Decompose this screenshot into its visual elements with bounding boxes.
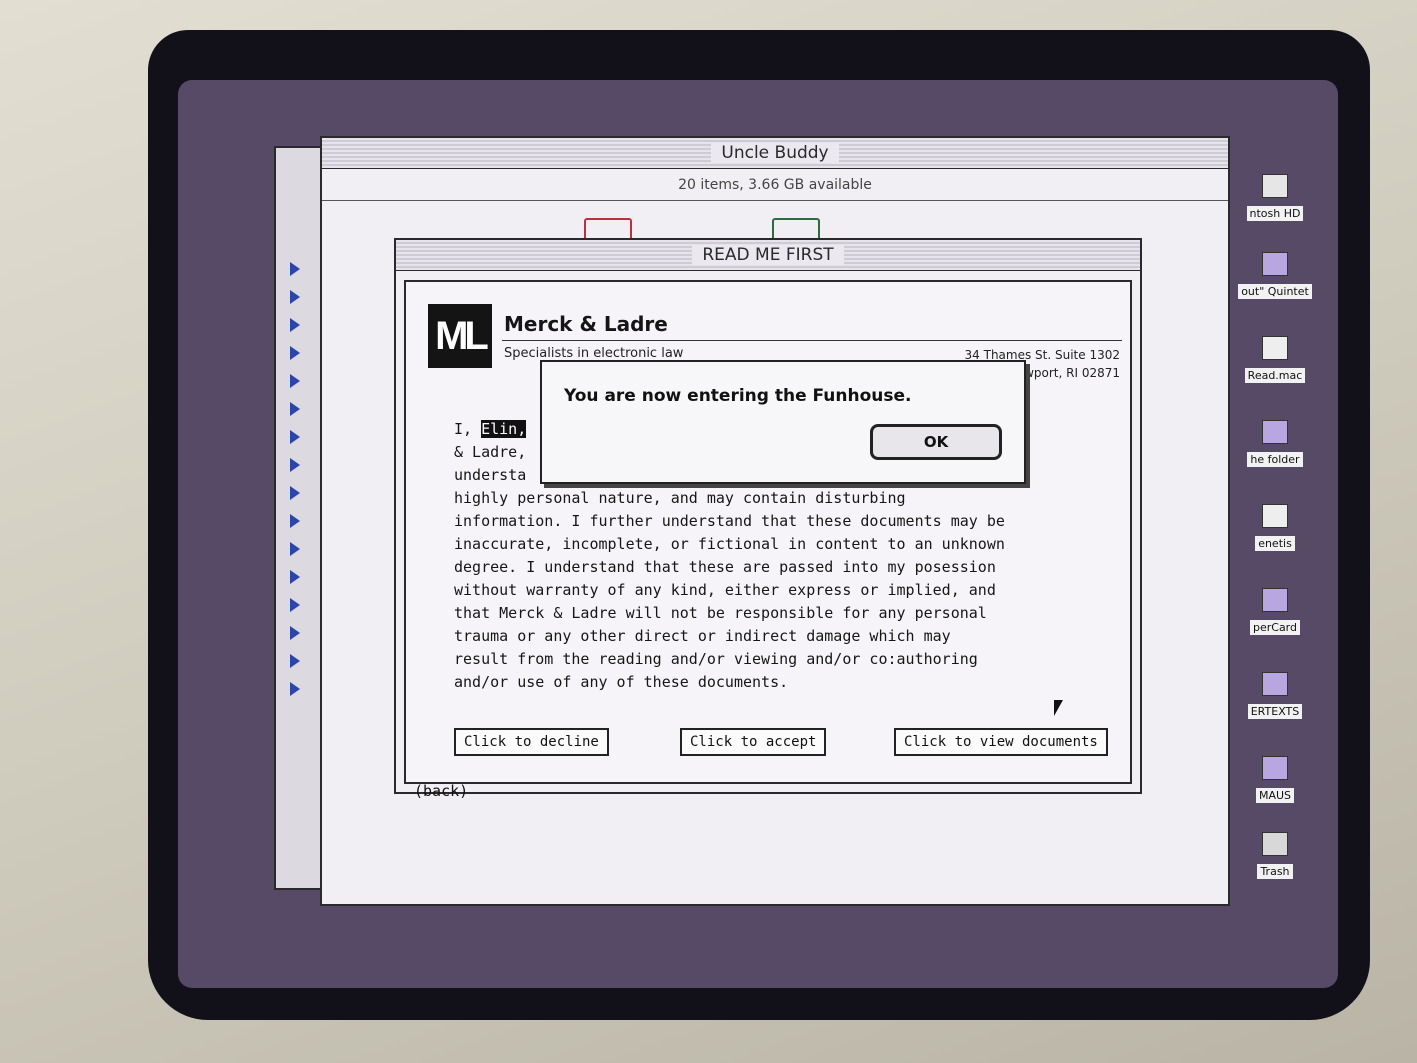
disclaimer-line: highly personal nature, and may contain …	[454, 489, 906, 507]
desktop-icon-installer[interactable]: Read.mac	[1230, 336, 1320, 383]
disclosure-triangle-icon[interactable]	[290, 654, 300, 668]
folder-icon	[1262, 588, 1288, 612]
disclaimer-line: without warranty of any kind, either exp…	[454, 581, 996, 599]
desktop-icon-folder[interactable]: perCard	[1230, 588, 1320, 635]
hard-drive-icon	[1262, 174, 1288, 198]
disclosure-triangle-icon[interactable]	[290, 262, 300, 276]
desktop-icon-folder[interactable]: he folder	[1230, 420, 1320, 467]
disclosure-triangle-icon[interactable]	[290, 458, 300, 472]
readme-card: ML Merck & Ladre Specialists in electron…	[404, 280, 1132, 800]
desktop: Uncle Buddy 20 items, 3.66 GB available …	[178, 80, 1338, 988]
alert-message: You are now entering the Funhouse.	[564, 386, 912, 406]
trash-icon	[1262, 832, 1288, 856]
desktop-icon-label: perCard	[1249, 620, 1300, 635]
readme-window[interactable]: READ ME FIRST ML Merck & Ladre Specialis…	[394, 238, 1142, 800]
disclosure-triangle-icon[interactable]	[290, 542, 300, 556]
desktop-icon-folder[interactable]: MAUS	[1230, 756, 1320, 803]
disclaimer-line: that Merck & Ladre will not be responsib…	[454, 604, 987, 622]
disclosure-triangle-icon[interactable]	[290, 570, 300, 584]
mouse-cursor-icon	[1054, 700, 1063, 716]
disclosure-triangle-icon[interactable]	[290, 486, 300, 500]
decline-button[interactable]: Click to decline	[454, 728, 609, 756]
app-icon	[1262, 504, 1288, 528]
firm-name: Merck & Ladre	[504, 312, 668, 336]
disclosure-triangle-icon[interactable]	[290, 682, 300, 696]
alert-dialog: You are now entering the Funhouse. OK	[540, 360, 1026, 484]
folder-icon	[1262, 756, 1288, 780]
disclaimer-line: understa	[454, 466, 527, 484]
list-disclosure-column	[290, 248, 300, 710]
disclosure-triangle-icon[interactable]	[290, 318, 300, 332]
view-documents-button[interactable]: Click to view documents	[894, 728, 1108, 756]
folder-icon	[1262, 420, 1288, 444]
folder-window-titlebar[interactable]: Uncle Buddy	[322, 138, 1228, 169]
desktop-icon-label: ntosh HD	[1246, 206, 1304, 221]
desktop-icon-hard-drive[interactable]: ntosh HD	[1230, 174, 1320, 221]
disclaimer-line: inaccurate, incomplete, or fictional in …	[454, 535, 1005, 553]
back-link[interactable]: (back)	[414, 782, 468, 800]
disclosure-triangle-icon[interactable]	[290, 290, 300, 304]
divider	[502, 340, 1122, 341]
desktop-icon-label: enetis	[1255, 536, 1295, 551]
disclaimer-line: degree. I understand that these are pass…	[454, 558, 996, 576]
desktop-icon-label: out" Quintet	[1238, 284, 1312, 299]
installer-icon	[1262, 336, 1288, 360]
desktop-icon-label: Read.mac	[1244, 368, 1306, 383]
folder-info-bar: 20 items, 3.66 GB available	[322, 170, 1228, 201]
disclaimer-prefix: I,	[454, 420, 482, 438]
desktop-icon-label: ERTEXTS	[1247, 704, 1303, 719]
disclosure-triangle-icon[interactable]	[290, 374, 300, 388]
desktop-icon-label: he folder	[1247, 452, 1303, 467]
folder-icon	[1262, 252, 1288, 276]
disclosure-triangle-icon[interactable]	[290, 346, 300, 360]
disclaimer-line: information. I further understand that t…	[454, 512, 1005, 530]
disclosure-triangle-icon[interactable]	[290, 626, 300, 640]
disclosure-triangle-icon[interactable]	[290, 598, 300, 612]
readme-title: READ ME FIRST	[692, 245, 844, 265]
desktop-icon-label: MAUS	[1255, 788, 1295, 803]
name-field[interactable]: Elin,	[481, 420, 527, 438]
disclosure-triangle-icon[interactable]	[290, 430, 300, 444]
accept-button[interactable]: Click to accept	[680, 728, 827, 756]
disclosure-triangle-icon[interactable]	[290, 402, 300, 416]
disclaimer-line: and/or use of any of these documents.	[454, 673, 789, 691]
folder-window-title: Uncle Buddy	[711, 143, 839, 163]
desktop-icon-app[interactable]: enetis	[1230, 504, 1320, 551]
readme-titlebar[interactable]: READ ME FIRST	[396, 240, 1140, 271]
disclaimer-line: result from the reading and/or viewing a…	[454, 650, 978, 668]
folder-icon	[1262, 672, 1288, 696]
firm-logo: ML	[428, 304, 492, 368]
firm-tagline: Specialists in electronic law	[504, 346, 684, 361]
desktop-icon-trash[interactable]: Trash	[1230, 832, 1320, 879]
desktop-icon-folder[interactable]: out" Quintet	[1230, 252, 1320, 299]
desktop-icon-folder[interactable]: ERTEXTS	[1230, 672, 1320, 719]
disclaimer-line: trauma or any other direct or indirect d…	[454, 627, 951, 645]
disclosure-triangle-icon[interactable]	[290, 514, 300, 528]
desktop-icon-label: Trash	[1257, 864, 1293, 879]
ok-button[interactable]: OK	[870, 424, 1002, 460]
